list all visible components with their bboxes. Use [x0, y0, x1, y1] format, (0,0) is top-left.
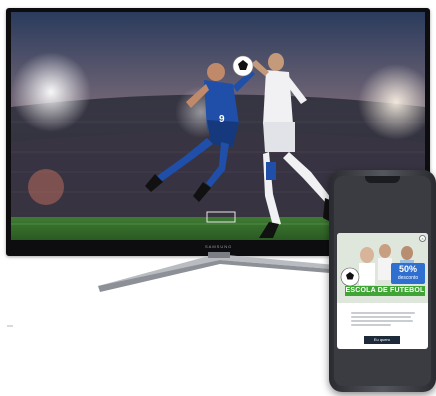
- smartphone: × 50% desconto ESCOLA DE FUTEBOL Eu quer…: [329, 170, 436, 392]
- tv-brand-logo: SAMSUNG: [205, 244, 233, 249]
- tv-stand: [98, 252, 346, 292]
- faint-mark: [7, 325, 13, 327]
- discount-label: desconto: [397, 275, 419, 281]
- ad-title-banner: ESCOLA DE FUTEBOL: [345, 286, 425, 296]
- phone-notch: [365, 176, 400, 183]
- svg-text:9: 9: [219, 114, 225, 125]
- discount-badge: 50% desconto: [391, 263, 425, 284]
- phone-screen: × 50% desconto ESCOLA DE FUTEBOL Eu quer…: [334, 176, 431, 386]
- ad-card[interactable]: × 50% desconto ESCOLA DE FUTEBOL Eu quer…: [337, 233, 428, 349]
- ad-description-lines: [351, 312, 415, 328]
- close-icon[interactable]: ×: [419, 235, 426, 242]
- cta-button[interactable]: Eu quero: [364, 336, 400, 344]
- discount-percent: 50%: [398, 264, 417, 274]
